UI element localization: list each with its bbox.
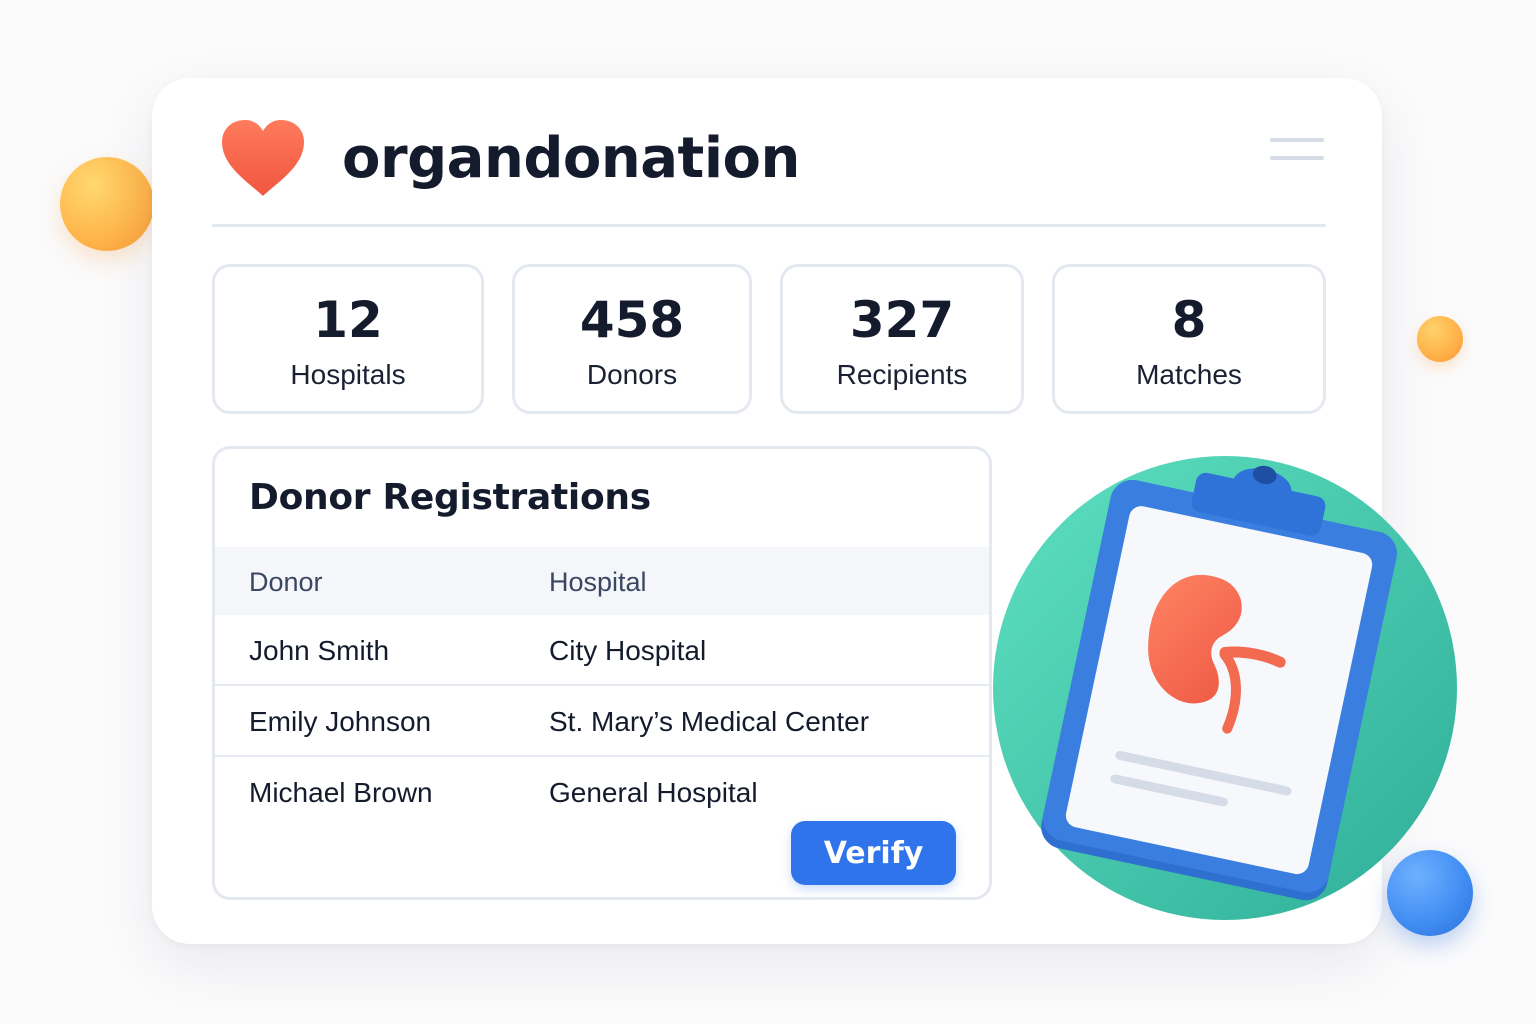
hospital-name: City Hospital xyxy=(549,635,707,666)
header: organdonation xyxy=(212,118,1326,228)
decorative-small-orange-orb xyxy=(1417,316,1463,362)
table-row[interactable]: Michael Brown General Hospital xyxy=(215,757,989,828)
stat-label: Hospitals xyxy=(290,359,406,390)
stat-label: Matches xyxy=(1136,359,1242,390)
table-row[interactable]: John Smith City Hospital xyxy=(215,615,989,686)
table-header: Donor Hospital xyxy=(215,547,989,615)
hospital-name: General Hospital xyxy=(549,777,758,808)
menu-icon[interactable] xyxy=(1270,136,1326,164)
stat-card-donors: 458 Donors xyxy=(512,264,752,414)
column-header-hospital: Hospital xyxy=(549,567,647,597)
stat-label: Donors xyxy=(586,359,678,390)
verify-button[interactable]: Verify xyxy=(791,821,956,885)
stat-value: 327 xyxy=(849,291,955,349)
decorative-blue-orb xyxy=(1387,850,1473,936)
hospital-name: St. Mary’s Medical Center xyxy=(549,706,870,737)
decorative-orange-orb xyxy=(60,157,154,251)
stat-card-hospitals: 12 Hospitals xyxy=(212,264,484,414)
stat-label: Recipients xyxy=(836,359,968,390)
donor-name: John Smith xyxy=(249,635,390,666)
stat-value: 8 xyxy=(1171,291,1207,349)
stat-value: 12 xyxy=(313,291,383,349)
stat-card-matches: 8 Matches xyxy=(1052,264,1326,414)
donor-registrations-panel: Donor Registrations Donor Hospital John … xyxy=(212,446,992,900)
donor-name: Michael Brown xyxy=(249,777,433,808)
clipboard-kidney-icon xyxy=(993,456,1457,920)
app-title: organdonation xyxy=(342,126,800,191)
donor-name: Emily Johnson xyxy=(249,706,432,737)
column-header-donor: Donor xyxy=(249,567,323,597)
stat-card-recipients: 327 Recipients xyxy=(780,264,1024,414)
table-row[interactable]: Emily Johnson St. Mary’s Medical Center xyxy=(215,686,989,757)
stat-value: 458 xyxy=(579,291,685,349)
heart-icon xyxy=(222,120,304,196)
panel-title: Donor Registrations xyxy=(249,477,651,518)
header-divider xyxy=(212,224,1326,227)
